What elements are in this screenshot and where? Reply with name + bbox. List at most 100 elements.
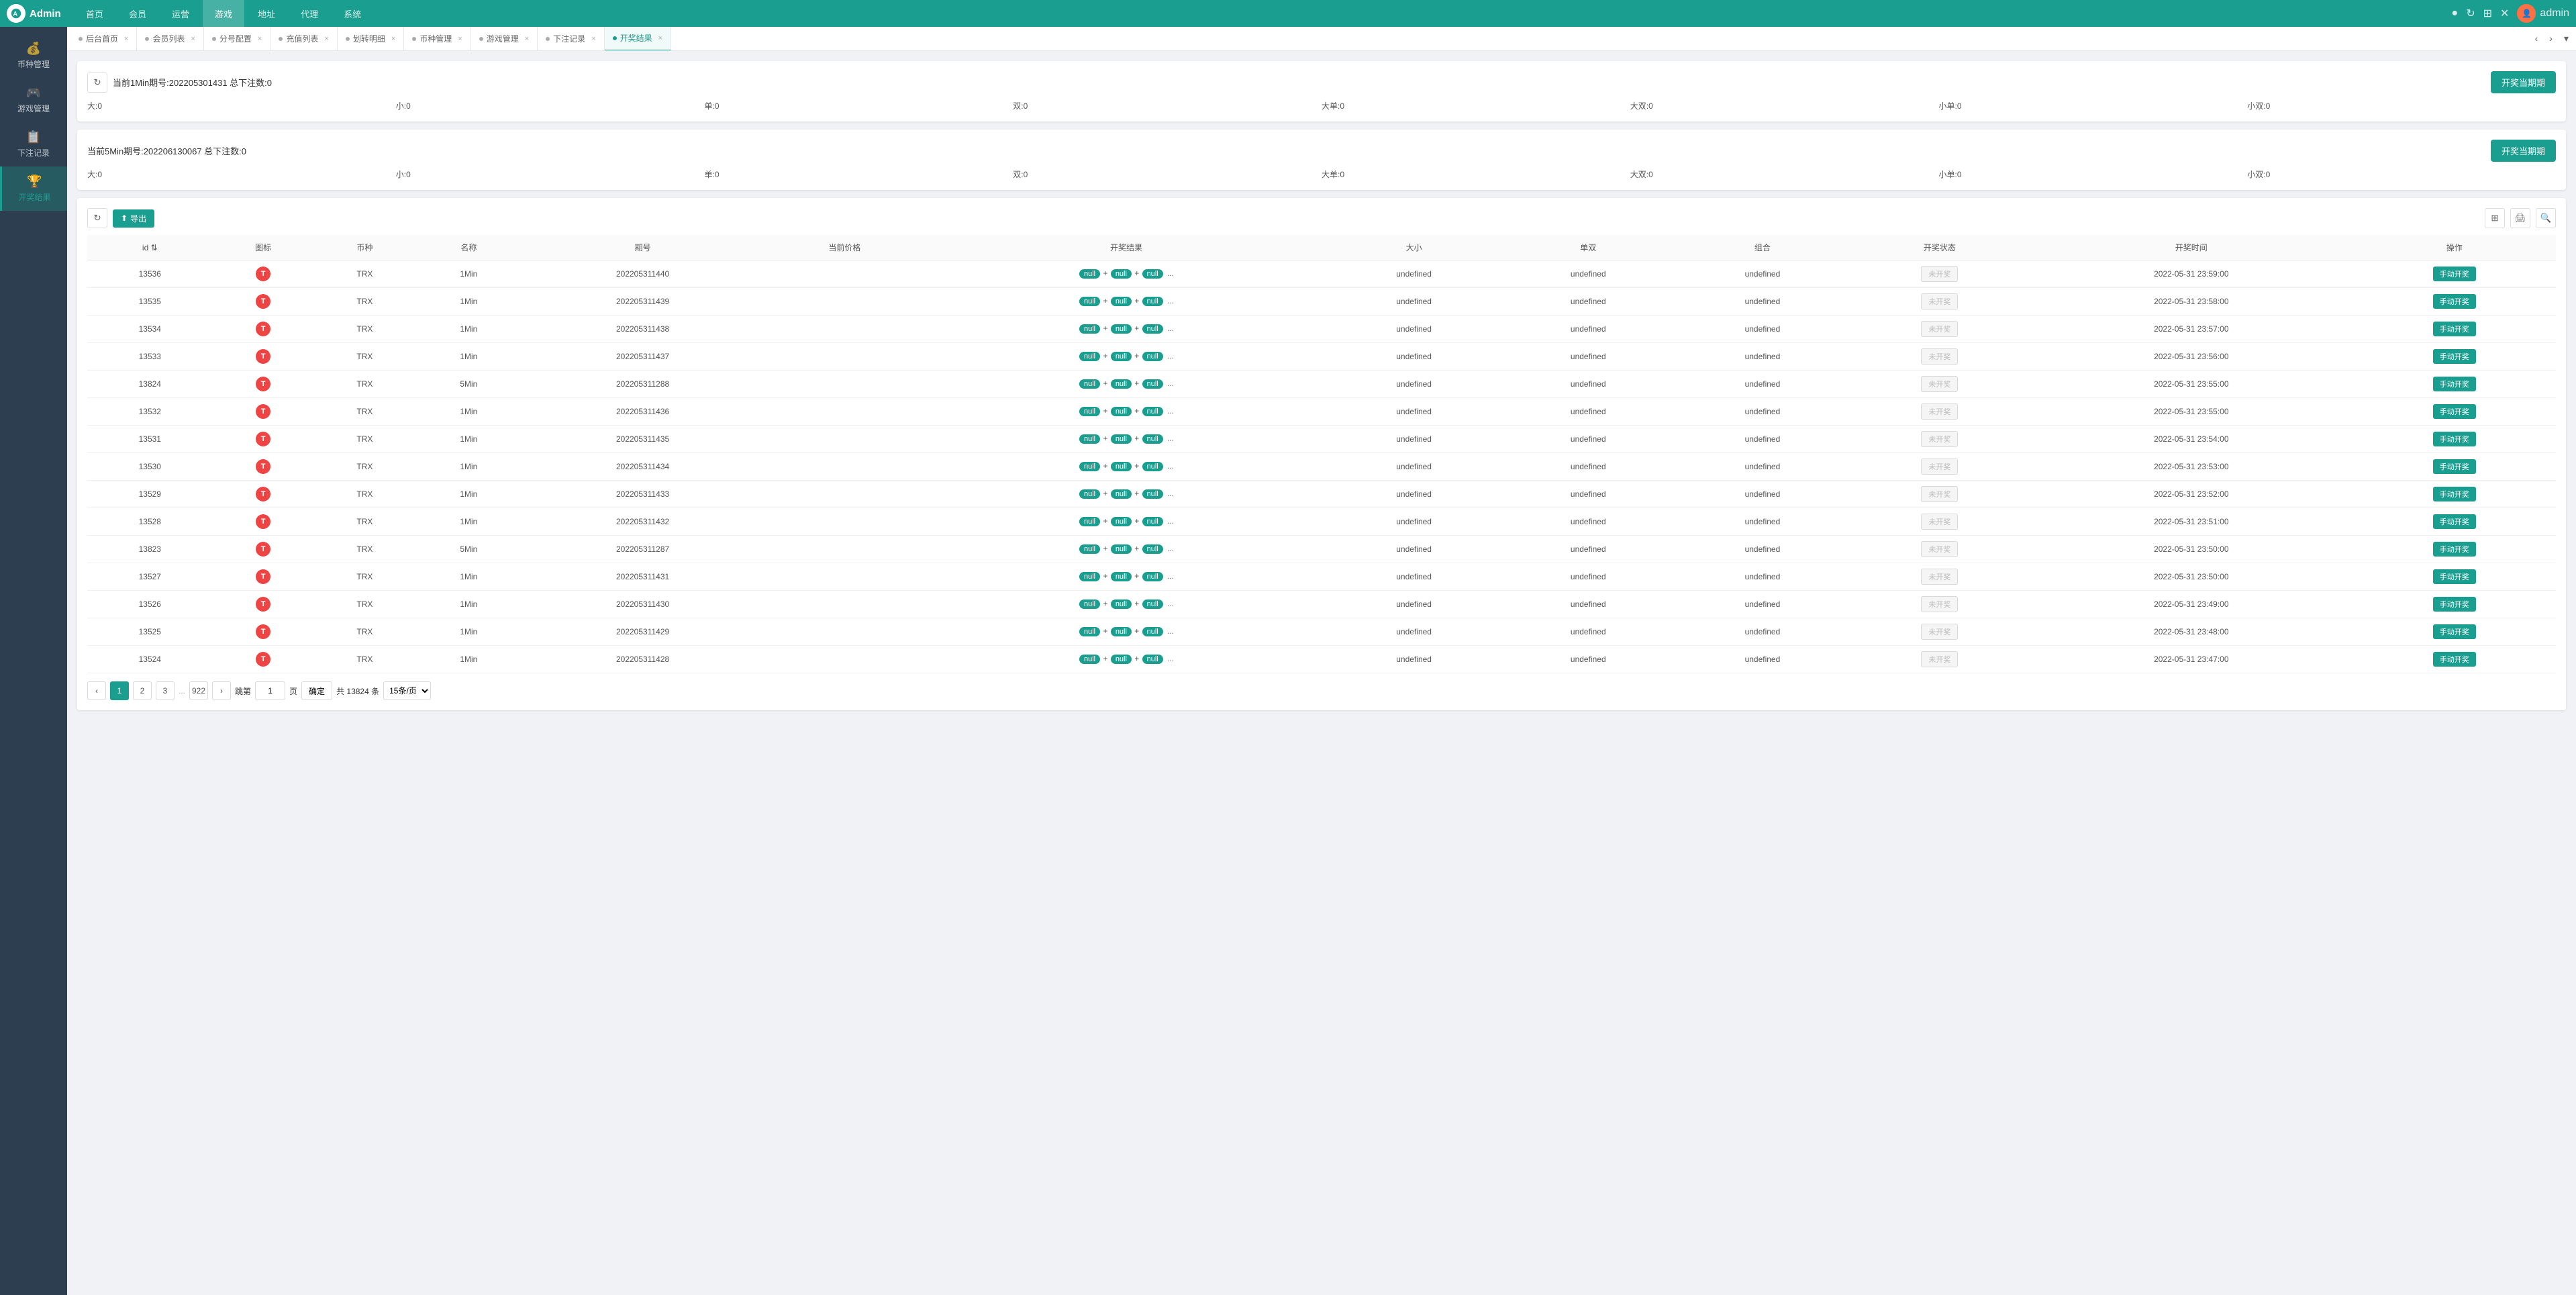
tab-right-arrow[interactable]: › — [2545, 31, 2557, 46]
tab-close[interactable]: × — [391, 35, 395, 43]
table-refresh-btn[interactable]: ↻ — [87, 208, 107, 228]
tab-left-arrow[interactable]: ‹ — [2531, 31, 2542, 46]
tab-transfer[interactable]: 划转明细 × — [338, 27, 404, 51]
cell-id: 13535 — [87, 288, 213, 316]
cell-action[interactable]: 手动开奖 — [2353, 563, 2556, 591]
column-settings-btn[interactable]: ⊞ — [2485, 208, 2505, 228]
manual-open-btn[interactable]: 手动开奖 — [2433, 404, 2476, 419]
cell-name: 1Min — [415, 591, 522, 618]
null-badge: null — [1079, 434, 1100, 444]
cell-period: 202205311438 — [522, 316, 764, 343]
tab-bet-record[interactable]: 下注记录 × — [538, 27, 604, 51]
tab-config[interactable]: 分号配置 × — [204, 27, 270, 51]
page-size-select[interactable]: 15条/页 20条/页 50条/页 — [383, 681, 431, 700]
page-1-btn[interactable]: 1 — [110, 681, 129, 700]
cell-action[interactable]: 手动开奖 — [2353, 481, 2556, 508]
open-award-btn-5min[interactable]: 开奖当期期 — [2491, 140, 2556, 162]
sidebar-item-game[interactable]: 🎮 游戏管理 — [0, 78, 67, 122]
manual-open-btn[interactable]: 手动开奖 — [2433, 569, 2476, 584]
tab-award-result[interactable]: 开奖结果 × — [605, 27, 671, 51]
tab-close[interactable]: × — [324, 35, 328, 43]
result-dots: ... — [1167, 489, 1174, 498]
manual-open-btn[interactable]: 手动开奖 — [2433, 597, 2476, 612]
manual-open-btn[interactable]: 手动开奖 — [2433, 267, 2476, 281]
page-3-btn[interactable]: 3 — [156, 681, 175, 700]
tab-member-list[interactable]: 会员列表 × — [137, 27, 203, 51]
export-label: 导出 — [130, 213, 146, 224]
table-row: 13534TTRX1Min202205311438null + null + n… — [87, 316, 2556, 343]
app-logo: A Admin — [7, 4, 74, 23]
tab-close[interactable]: × — [525, 35, 529, 43]
nav-agent[interactable]: 代理 — [289, 0, 330, 27]
sidebar-item-result[interactable]: 🏆 开奖结果 — [0, 166, 67, 211]
manual-open-btn[interactable]: 手动开奖 — [2433, 542, 2476, 557]
tab-home[interactable]: 后台首页 × — [70, 27, 137, 51]
cell-action[interactable]: 手动开奖 — [2353, 260, 2556, 288]
cell-action[interactable]: 手动开奖 — [2353, 618, 2556, 646]
page-confirm-btn[interactable]: 确定 — [301, 681, 332, 700]
manual-open-btn[interactable]: 手动开奖 — [2433, 294, 2476, 309]
nav-home[interactable]: 首页 — [74, 0, 115, 27]
cell-action[interactable]: 手动开奖 — [2353, 591, 2556, 618]
manual-open-btn[interactable]: 手动开奖 — [2433, 487, 2476, 501]
manual-open-btn[interactable]: 手动开奖 — [2433, 514, 2476, 529]
cell-action[interactable]: 手动开奖 — [2353, 316, 2556, 343]
manual-open-btn[interactable]: 手动开奖 — [2433, 322, 2476, 336]
manual-open-btn[interactable]: 手动开奖 — [2433, 652, 2476, 667]
page-2-btn[interactable]: 2 — [133, 681, 152, 700]
manual-open-btn[interactable]: 手动开奖 — [2433, 624, 2476, 639]
nav-system[interactable]: 系统 — [332, 0, 373, 27]
cell-action[interactable]: 手动开奖 — [2353, 288, 2556, 316]
circle-icon[interactable]: ● — [2452, 7, 2459, 19]
close-icon[interactable]: ✕ — [2500, 7, 2509, 20]
cell-action[interactable]: 手动开奖 — [2353, 426, 2556, 453]
nav-game[interactable]: 游戏 — [203, 0, 244, 27]
cell-action[interactable]: 手动开奖 — [2353, 371, 2556, 398]
manual-open-btn[interactable]: 手动开奖 — [2433, 459, 2476, 474]
nav-address[interactable]: 地址 — [246, 0, 287, 27]
search-btn[interactable]: 🔍 — [2536, 208, 2556, 228]
tab-close[interactable]: × — [658, 34, 662, 42]
next-page-btn[interactable]: › — [212, 681, 231, 700]
nav-member[interactable]: 会员 — [117, 0, 158, 27]
refresh-icon[interactable]: ↻ — [2466, 7, 2475, 20]
tab-more-arrow[interactable]: ▾ — [2560, 31, 2573, 46]
page-jump-input[interactable] — [255, 681, 285, 700]
tab-coin-mgmt[interactable]: 币种管理 × — [404, 27, 470, 51]
refresh-btn-1min[interactable]: ↻ — [87, 73, 107, 93]
table-export-btn[interactable]: ⬆ 导出 — [113, 209, 154, 228]
print-btn[interactable]: 🖨 — [2510, 208, 2530, 228]
tab-home-close[interactable]: × — [124, 35, 128, 43]
nav-operations[interactable]: 运营 — [160, 0, 201, 27]
manual-open-btn[interactable]: 手动开奖 — [2433, 349, 2476, 364]
tab-close[interactable]: × — [191, 35, 195, 43]
page-last-btn[interactable]: 922 — [189, 681, 208, 700]
grid-icon[interactable]: ⊞ — [2483, 7, 2492, 20]
cell-action[interactable]: 手动开奖 — [2353, 453, 2556, 481]
cell-status: 未开奖 — [1850, 453, 2030, 481]
cell-result: null + null + null ... — [926, 398, 1326, 426]
cell-action[interactable]: 手动开奖 — [2353, 646, 2556, 673]
cell-status: 未开奖 — [1850, 646, 2030, 673]
tab-close[interactable]: × — [591, 35, 595, 43]
cell-action[interactable]: 手动开奖 — [2353, 508, 2556, 536]
cell-odd-even: undefined — [1501, 316, 1675, 343]
cell-time: 2022-05-31 23:58:00 — [2030, 288, 2353, 316]
manual-open-btn[interactable]: 手动开奖 — [2433, 432, 2476, 446]
cell-action[interactable]: 手动开奖 — [2353, 536, 2556, 563]
tab-recharge[interactable]: 充值列表 × — [270, 27, 337, 51]
open-award-btn-1min[interactable]: 开奖当期期 — [2491, 71, 2556, 93]
sidebar-item-coin[interactable]: 💰 币种管理 — [0, 34, 67, 78]
cell-price — [763, 288, 926, 316]
cell-period: 202205311434 — [522, 453, 764, 481]
prev-page-btn[interactable]: ‹ — [87, 681, 106, 700]
sidebar-item-bet[interactable]: 📋 下注记录 — [0, 122, 67, 166]
manual-open-btn[interactable]: 手动开奖 — [2433, 377, 2476, 391]
tab-game-mgmt[interactable]: 游戏管理 × — [471, 27, 538, 51]
cell-action[interactable]: 手动开奖 — [2353, 343, 2556, 371]
tab-close[interactable]: × — [258, 35, 262, 43]
result-dots: ... — [1167, 351, 1174, 361]
cell-action[interactable]: 手动开奖 — [2353, 398, 2556, 426]
user-info[interactable]: 👤 admin — [2517, 4, 2569, 23]
tab-close[interactable]: × — [458, 35, 462, 43]
